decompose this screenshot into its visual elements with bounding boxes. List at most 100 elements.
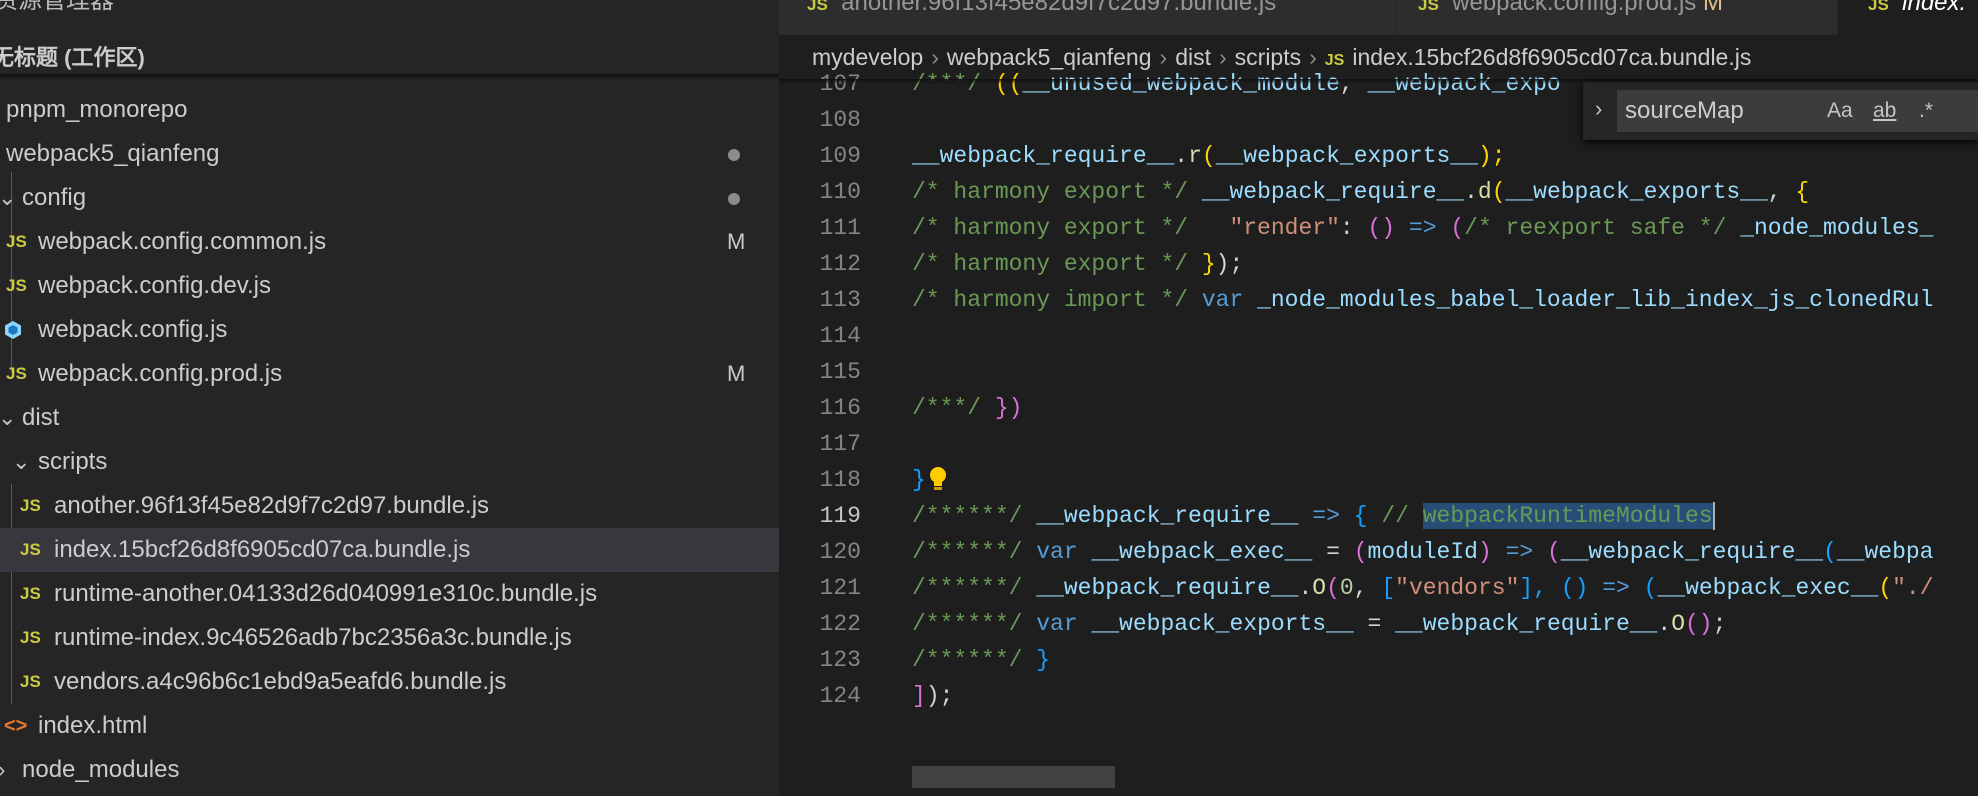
more-actions-icon[interactable]: ···: [716, 0, 746, 9]
tree-folder-dist[interactable]: ⌄ dist: [0, 396, 779, 440]
code-line: 110 /* harmony export */ __webpack_requir…: [779, 174, 1978, 210]
line-number: 120: [819, 539, 861, 565]
tree-file-webpack-config-dev[interactable]: JS webpack.config.dev.js: [0, 264, 779, 308]
line-number: 124: [819, 683, 861, 709]
token: (: [1823, 539, 1837, 565]
line-number: 109: [819, 143, 861, 169]
tree-file-webpack-config-prod[interactable]: JS webpack.config.prod.js M: [0, 352, 779, 396]
tree-file-runtime-another-bundle[interactable]: JS runtime-another.04133d26d040991e310c.…: [0, 572, 779, 616]
chevron-down-icon: ⌄: [0, 185, 17, 210]
line-number: 111: [819, 215, 861, 241]
token: __webpack_exports__: [1505, 179, 1768, 205]
token: r: [1188, 143, 1202, 169]
tab-another-bundle[interactable]: JS another.96f13f45e82d9f7c2d97.bundle.j…: [779, 0, 1396, 35]
modified-dot-icon: [728, 193, 740, 205]
token: =>: [1602, 575, 1644, 601]
js-file-icon: JS: [20, 628, 41, 647]
token: /***/: [912, 71, 995, 97]
tree-folder-node-modules[interactable]: › node_modules: [0, 748, 779, 792]
token: (): [1685, 611, 1713, 637]
token: __webpack_exports__: [1091, 611, 1354, 637]
tree-item-webpack5-qianfeng[interactable]: webpack5_qianfeng: [0, 132, 779, 176]
explorer-sidebar: 资源管理器 ··· 无标题 (工作区) pnpm_monorepo webpac…: [0, 0, 779, 796]
token: [: [1381, 575, 1396, 601]
token: {: [1353, 503, 1382, 529]
token: .: [1174, 143, 1189, 169]
tree-item-label: pnpm_monorepo: [6, 96, 188, 123]
js-file-icon: JS: [20, 672, 41, 691]
token: /******/: [912, 575, 1037, 601]
chevron-right-icon: ›: [0, 748, 5, 792]
lightbulb-icon[interactable]: [927, 466, 949, 492]
token: .: [1464, 179, 1478, 205]
token: __webpack_require__: [1560, 539, 1824, 565]
code-line: 119 /******/ __webpack_require__ => { // …: [779, 498, 1978, 534]
token: ((: [994, 71, 1023, 97]
match-whole-word-button[interactable]: ab: [1873, 99, 1896, 123]
tree-file-index-html[interactable]: <> index.html: [0, 704, 779, 748]
tree-file-webpack-config[interactable]: webpack.config.js: [0, 308, 779, 352]
tree-file-webpack-config-common[interactable]: JS webpack.config.common.js M: [0, 220, 779, 264]
tree-item-pnpm-monorepo[interactable]: pnpm_monorepo: [0, 88, 779, 132]
webpack-config-icon: [5, 321, 21, 339]
tab-index-bundle[interactable]: JS index.: [1838, 0, 1978, 35]
text-cursor: [1712, 501, 1715, 530]
token: __webpack_require__: [1201, 179, 1465, 205]
code-line: 118}: [779, 462, 1978, 498]
token: __webpack_require__: [1036, 503, 1299, 529]
code-line: 112 /* harmony export */ });: [779, 246, 1978, 282]
tree-folder-scripts[interactable]: ⌄ scripts: [0, 440, 779, 484]
explorer-title: 资源管理器: [0, 0, 114, 14]
token: }: [1036, 647, 1051, 673]
tree-file-runtime-index-bundle[interactable]: JS runtime-index.9c46526adb7bc2356a3c.bu…: [0, 616, 779, 660]
js-file-icon: JS: [20, 496, 41, 515]
token: __webpa: [1836, 539, 1934, 565]
token: (: [1491, 179, 1506, 205]
token: =>: [1298, 503, 1354, 529]
editor-tabs: JS another.96f13f45e82d9f7c2d97.bundle.j…: [779, 0, 1978, 35]
token: /******/: [912, 503, 1037, 529]
tab-content: JS index.: [1868, 0, 1966, 15]
horizontal-scrollbar-thumb[interactable]: [912, 766, 1115, 788]
code-line: 120 /******/ var __webpack_exec__ = (modu…: [779, 534, 1978, 570]
modified-badge: M: [727, 229, 746, 254]
token: d: [1477, 179, 1492, 205]
tree-folder-config[interactable]: ⌄ config: [0, 176, 779, 220]
line-number: 122: [819, 611, 861, 637]
line-content: /******/ var __webpack_exec__ = (moduleI…: [912, 534, 1933, 570]
tree-item-label: webpack.config.js: [38, 316, 228, 343]
token: (: [1878, 575, 1893, 601]
find-input-value: sourceMap: [1625, 97, 1744, 124]
token: {: [1795, 179, 1810, 205]
line-content: /* harmony export */ "render": () => (/*…: [912, 210, 1933, 246]
token: 0: [1339, 575, 1354, 601]
token: "./: [1892, 575, 1934, 601]
use-regex-button[interactable]: .*: [1919, 99, 1933, 123]
token: .: [1298, 575, 1313, 601]
line-number: 121: [819, 575, 861, 601]
code-line: 122 /******/ var __webpack_exports__ = __…: [779, 606, 1978, 642]
code-line: 111 /* harmony export */ "render": () => …: [779, 210, 1978, 246]
line-content: ]);: [912, 678, 953, 714]
line-number: 108: [819, 107, 861, 133]
workspace-title[interactable]: 无标题 (工作区): [0, 40, 145, 72]
line-content: /* harmony export */ });: [912, 246, 1243, 282]
tree-file-another-bundle[interactable]: JS another.96f13f45e82d9f7c2d97.bundle.j…: [0, 484, 779, 528]
tree-file-index-bundle[interactable]: JS index.15bcf26d8f6905cd07ca.bundle.js: [0, 528, 779, 572]
line-number: 110: [819, 179, 861, 205]
js-file-icon: JS: [20, 540, 41, 559]
line-number: 116: [819, 395, 861, 421]
chevron-right-icon[interactable]: ›: [1595, 96, 1602, 122]
explorer-header: 资源管理器 ···: [0, 0, 779, 24]
line-number: 113: [819, 287, 861, 313]
find-input[interactable]: sourceMap Aa ab .*: [1617, 90, 1978, 132]
editor-area: JS another.96f13f45e82d9f7c2d97.bundle.j…: [779, 0, 1978, 796]
token: =: [1312, 539, 1354, 565]
token: __unused_webpack_module: [1022, 71, 1340, 97]
match-case-button[interactable]: Aa: [1827, 99, 1853, 123]
token: O: [1671, 611, 1685, 637]
tab-webpack-config-prod[interactable]: JS webpack.config.prod.js M: [1396, 0, 1838, 35]
tree-file-vendors-bundle[interactable]: JS vendors.a4c96b6c1ebd9a5eafd6.bundle.j…: [0, 660, 779, 704]
tab-label: webpack.config.prod.js: [1452, 0, 1697, 16]
token: __webpack_exec__: [1657, 575, 1879, 601]
